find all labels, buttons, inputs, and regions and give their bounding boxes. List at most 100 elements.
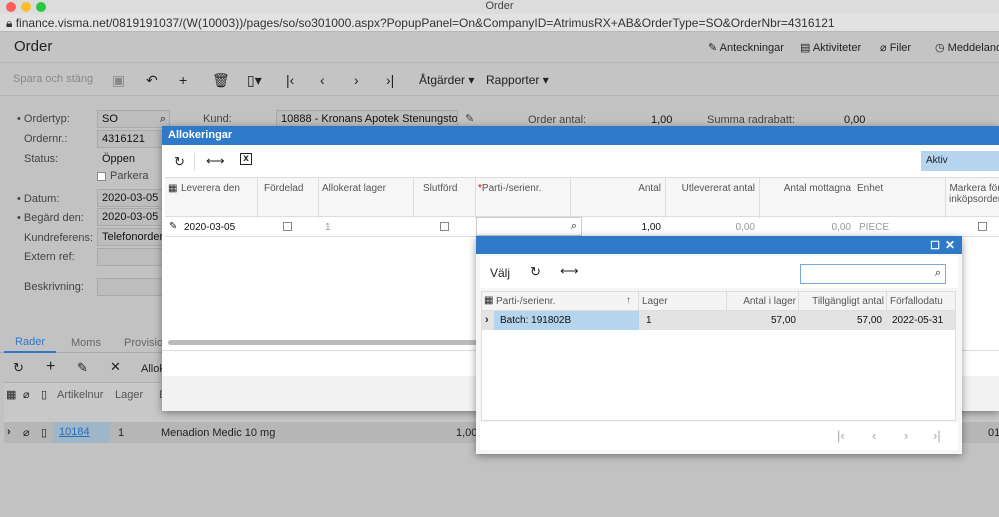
- ship-date-value[interactable]: 2020-03-05: [184, 222, 235, 233]
- select-button[interactable]: Välj: [490, 266, 510, 280]
- messages-link[interactable]: ◷ Meddeland: [935, 41, 999, 54]
- date-field[interactable]: 2020-03-05: [97, 189, 170, 207]
- completed-checkbox[interactable]: [440, 222, 449, 231]
- address-bar[interactable]: 🔒︎ finance.visma.net/0819191037/(W(10003…: [0, 14, 999, 32]
- previous-page-icon[interactable]: ‹: [872, 428, 876, 443]
- customer-label: Kund:: [203, 113, 232, 125]
- column-available[interactable]: Tillgängligt antal: [800, 296, 884, 307]
- last-record-icon[interactable]: ›|: [386, 72, 394, 88]
- export-excel-icon[interactable]: x: [240, 153, 252, 165]
- last-page-icon[interactable]: ›|: [933, 428, 941, 443]
- order-nbr-label: Ordernr.:: [24, 133, 68, 145]
- table-row[interactable]: ✎ 2020-03-05 1 ⌕ 1,00 0,00 0,00 PIECE: [165, 217, 999, 237]
- zoom-window-button[interactable]: [36, 2, 46, 12]
- tab-moms[interactable]: Moms: [71, 337, 101, 349]
- note-icon: ▯: [41, 389, 48, 401]
- customer-ref-field[interactable]: Telefonorder: S: [97, 228, 170, 246]
- edit-row-icon: ✎: [169, 221, 178, 232]
- search-icon[interactable]: ⌕: [160, 111, 166, 127]
- window-titlebar: Order: [0, 0, 999, 14]
- tab-rader[interactable]: Rader: [4, 333, 56, 353]
- add-icon[interactable]: +: [179, 72, 187, 88]
- park-checkbox[interactable]: [97, 172, 106, 181]
- column-distributed[interactable]: Fördelad: [264, 183, 303, 194]
- row-selector-icon[interactable]: ›: [485, 314, 489, 326]
- column-ship-date[interactable]: Leverera den: [181, 183, 240, 194]
- column-unit[interactable]: Enhet: [857, 183, 883, 194]
- external-ref-label: Extern ref:: [24, 251, 75, 263]
- search-icon[interactable]: ⌕: [935, 267, 941, 280]
- edit-icon[interactable]: ✎: [77, 360, 88, 376]
- column-config-icon[interactable]: ▦: [168, 183, 177, 194]
- minimize-window-button[interactable]: [21, 2, 31, 12]
- order-type-value: SO: [102, 113, 118, 125]
- column-mark-po[interactable]: Markera för inköpsorder: [949, 183, 999, 205]
- next-record-icon[interactable]: ›: [354, 72, 359, 88]
- requested-date-field[interactable]: 2020-03-05: [97, 208, 170, 226]
- next-page-icon[interactable]: ›: [904, 428, 908, 443]
- lot-value[interactable]: Batch: 191802B: [500, 315, 571, 326]
- fit-columns-icon[interactable]: ⟷: [206, 153, 225, 169]
- close-icon[interactable]: ✕: [945, 236, 955, 255]
- actions-menu[interactable]: Åtgärder ▾: [419, 73, 474, 87]
- status-filter[interactable]: Aktiv: [921, 151, 999, 171]
- lock-icon: 🔒︎: [6, 16, 16, 30]
- delete-icon[interactable]: 🗑︎: [212, 72, 230, 89]
- column-received-qty[interactable]: Antal mottagna: [765, 183, 851, 194]
- horizontal-scrollbar[interactable]: [168, 340, 478, 345]
- lot-search-input[interactable]: ⌕: [800, 264, 946, 284]
- activities-label: Aktiviteter: [812, 42, 862, 54]
- previous-record-icon[interactable]: ‹: [320, 72, 325, 88]
- external-ref-field[interactable]: [97, 248, 170, 266]
- distributed-checkbox[interactable]: [283, 222, 292, 231]
- notes-link[interactable]: ✎ Anteckningar: [708, 41, 784, 54]
- column-item[interactable]: Artikelnur: [57, 389, 103, 401]
- fit-columns-icon[interactable]: ⟷: [560, 263, 579, 279]
- refresh-icon[interactable]: ↻: [13, 360, 24, 376]
- unit-value: PIECE: [859, 222, 890, 233]
- order-nbr-field[interactable]: 4316121: [97, 130, 170, 148]
- table-row[interactable]: › Batch: 191802B 1 57,00 57,00 2022-05-3…: [482, 311, 955, 330]
- date-label: • Datum:: [17, 193, 60, 205]
- search-icon[interactable]: ⌕: [571, 220, 577, 233]
- column-completed[interactable]: Slutförd: [423, 183, 457, 194]
- column-expiry[interactable]: Förfallodatu: [890, 296, 943, 307]
- first-record-icon[interactable]: |‹: [286, 72, 294, 88]
- column-warehouse[interactable]: Lager: [642, 296, 668, 307]
- column-lot-serial[interactable]: *Parti-/serienr.: [478, 183, 541, 194]
- clock-icon: ◷: [935, 42, 948, 54]
- qty-value: 1,00: [456, 427, 478, 439]
- column-qty[interactable]: Antal: [605, 183, 661, 194]
- order-qty-label: Order antal:: [528, 114, 587, 126]
- refresh-icon[interactable]: ↻: [174, 154, 185, 170]
- files-link[interactable]: ⌀ Filer: [880, 41, 911, 54]
- save-icon[interactable]: ▣: [112, 72, 125, 89]
- item-link[interactable]: 10184: [53, 422, 110, 443]
- column-config-icon[interactable]: ▦: [6, 388, 16, 401]
- column-lot-serial[interactable]: Parti-/serienr.: [496, 296, 555, 307]
- first-page-icon[interactable]: |‹: [837, 428, 845, 443]
- refresh-icon[interactable]: ↻: [530, 264, 541, 280]
- delete-line-icon[interactable]: ✕: [110, 359, 121, 375]
- save-close-button[interactable]: Spara och stäng: [13, 73, 93, 85]
- maximize-icon[interactable]: ☐: [930, 237, 940, 256]
- close-window-button[interactable]: [6, 2, 16, 12]
- add-line-icon[interactable]: +: [46, 358, 55, 376]
- edit-customer-icon[interactable]: ✎: [465, 112, 474, 125]
- undo-icon[interactable]: ↶: [146, 72, 158, 89]
- column-shipped-qty[interactable]: Utlevererat antal: [675, 183, 755, 194]
- expand-icon[interactable]: ›: [7, 426, 11, 438]
- column-config-icon[interactable]: ▦: [484, 295, 493, 306]
- lot-serial-input[interactable]: ⌕: [476, 217, 582, 236]
- order-type-field[interactable]: SO ⌕: [97, 110, 170, 128]
- page-header: Order ✎ Anteckningar ▤ Aktiviteter ⌀ Fil…: [0, 32, 999, 62]
- activities-link[interactable]: ▤ Aktiviteter: [800, 41, 861, 54]
- column-warehouse[interactable]: Lager: [115, 389, 143, 401]
- copy-paste-icon[interactable]: ▯▾: [247, 72, 262, 89]
- notes-icon: ✎: [708, 42, 720, 54]
- column-allocated-warehouse[interactable]: Allokerat lager: [322, 183, 386, 194]
- reports-menu[interactable]: Rapporter ▾: [486, 73, 549, 87]
- column-on-hand[interactable]: Antal i lager: [732, 296, 796, 307]
- mark-po-checkbox[interactable]: [978, 222, 987, 231]
- description-field[interactable]: [97, 278, 170, 296]
